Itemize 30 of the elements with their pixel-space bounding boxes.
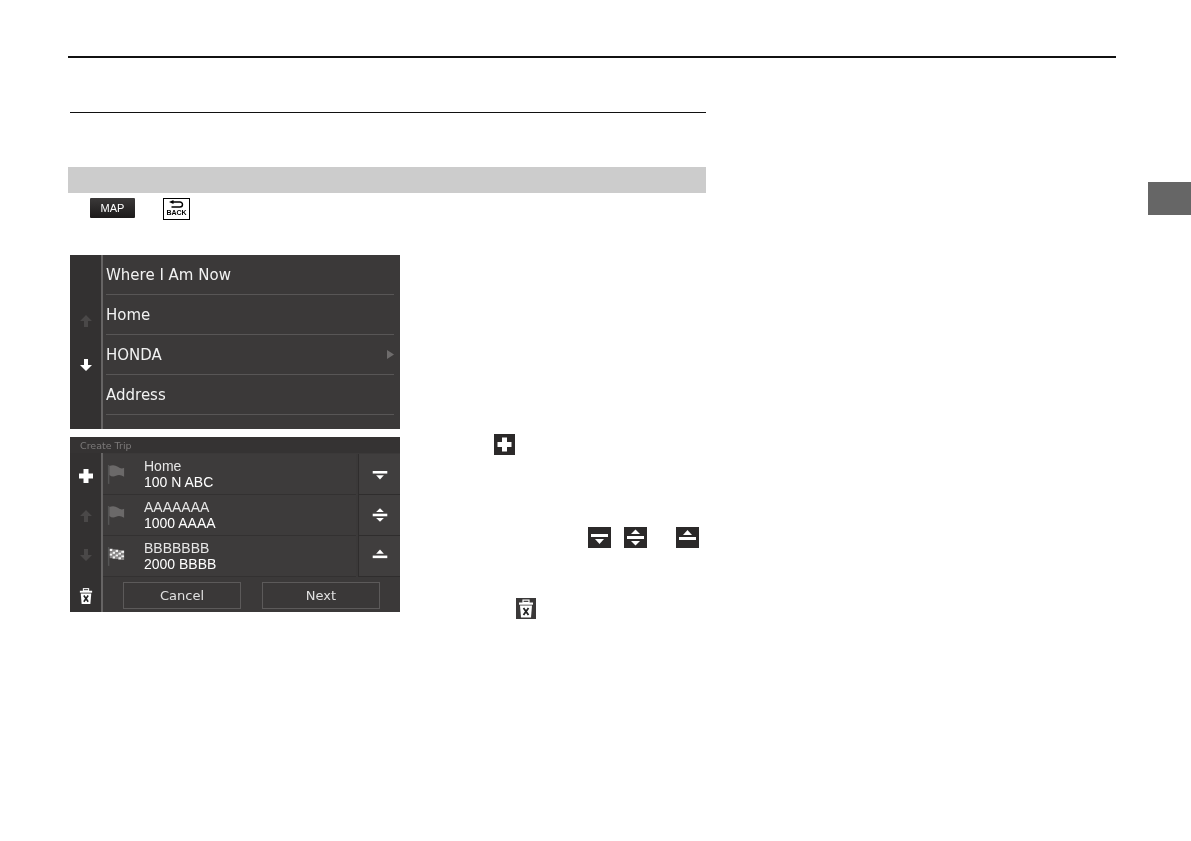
menu-item[interactable]: Where I Am Now: [106, 255, 394, 295]
trash-icon[interactable]: [78, 588, 93, 604]
move-button[interactable]: [358, 495, 400, 536]
plus-icon[interactable]: [78, 469, 93, 483]
move-up-icon: [676, 527, 699, 548]
arrow-down-icon[interactable]: [79, 359, 92, 371]
map-button[interactable]: MAP: [90, 198, 135, 218]
chapter-marker: [1148, 182, 1191, 215]
return-arrow-icon: [169, 200, 184, 208]
menu-item[interactable]: Address: [106, 375, 394, 415]
move-button[interactable]: [358, 536, 400, 577]
screen-title: Create Trip: [80, 439, 132, 451]
destination-name: BBBBBBB: [144, 540, 211, 556]
move-down-icon: [588, 527, 611, 548]
flag-icon: [107, 504, 125, 526]
checkered-flag-icon: [107, 545, 125, 567]
menu-item[interactable]: HONDA: [106, 335, 394, 375]
destination-name: Home: [144, 458, 183, 474]
destination-name: AAAAAAA: [144, 499, 211, 515]
plus-icon: [494, 434, 515, 455]
destination-address: 100 N ABC: [144, 474, 214, 490]
menu-item[interactable]: Home: [106, 295, 394, 335]
move-up-down-icon: [624, 527, 647, 548]
trash-icon: [516, 598, 536, 619]
cancel-button[interactable]: Cancel: [123, 582, 241, 609]
flag-icon: [107, 463, 125, 485]
move-button[interactable]: [358, 454, 400, 495]
next-button[interactable]: Next: [262, 582, 380, 609]
destination-address: 2000 BBBB: [144, 556, 217, 572]
destination-address: 1000 AAAA: [144, 515, 216, 531]
